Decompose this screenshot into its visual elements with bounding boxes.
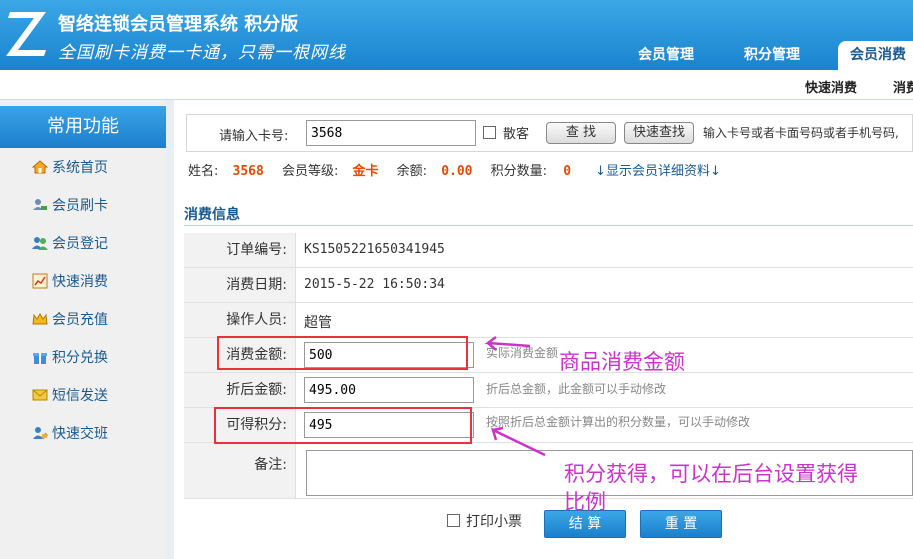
operator-value: 超管 xyxy=(304,315,332,331)
highlight-consume-amount xyxy=(217,336,468,370)
row-consume-date: 消费日期: 2015-5-22 16:50:34 xyxy=(184,268,913,303)
tab-member-consume[interactable]: 会员消费 xyxy=(838,41,913,70)
sidebar-item-recharge[interactable]: 会员充值 xyxy=(32,310,108,330)
balance-label: 余额: xyxy=(396,164,428,179)
sidebar-item-shift-handover[interactable]: 快速交班 xyxy=(32,424,108,444)
consume-amount-hint: 实际消费金额 xyxy=(486,346,559,360)
member-level-label: 会员等级: xyxy=(281,164,339,179)
sidebar-item-card-swipe[interactable]: 会员刷卡 xyxy=(32,196,108,216)
member-name-label: 姓名: xyxy=(188,164,219,179)
logo-icon xyxy=(6,12,46,56)
member-info-row: 姓名: 3568 会员等级: 金卡 余额: 0.00 积分数量: 0 ↓显示会员… xyxy=(188,160,721,182)
main-content: 请输入卡号: 散客 查 找 快速查找 输入卡号或者卡面号码或者手机号码, 姓名:… xyxy=(174,100,913,559)
gift-icon xyxy=(33,353,47,364)
sidebar-item-label: 会员刷卡 xyxy=(52,198,108,214)
app-header: 智络连锁会员管理系统 积分版 全国刷卡消费一卡通，只需一根网线 会员管理 积分管… xyxy=(0,0,913,70)
sidebar-item-register[interactable]: 会员登记 xyxy=(32,234,108,254)
sidebar-item-label: 短信发送 xyxy=(52,388,108,404)
row-operator: 操作人员: 超管 xyxy=(184,303,913,338)
sidebar-title: 常用功能 xyxy=(0,106,166,148)
row-discount-amount: 折后金额: 折后总金额，此金额可以手动修改 xyxy=(184,373,913,408)
points-count-label: 积分数量: xyxy=(490,164,548,179)
chart-icon xyxy=(32,273,48,289)
consume-date-value: 2015-5-22 16:50:34 xyxy=(304,277,445,292)
discount-amount-hint: 折后总金额，此金额可以手动修改 xyxy=(486,382,667,396)
sidebar: 常用功能 系统首页 会员刷卡 会员登记 快速消费 会员充值 积分兑换 短信发送 … xyxy=(0,100,166,559)
sidebar-item-quick-consume[interactable]: 快速消费 xyxy=(32,272,108,292)
sidebar-item-label: 会员充值 xyxy=(52,312,108,328)
sub-link-consume[interactable]: 消费 xyxy=(893,77,913,96)
find-button[interactable]: 查 找 xyxy=(546,122,616,144)
sidebar-item-sms[interactable]: 短信发送 xyxy=(32,386,108,406)
user-card-icon xyxy=(33,199,47,210)
annotation-points-note-line1: 积分获得，可以在后台设置获得 xyxy=(564,462,858,486)
reset-button[interactable]: 重 置 xyxy=(640,510,722,538)
walkin-label: 散客 xyxy=(503,127,530,142)
member-level-value: 金卡 xyxy=(352,164,379,179)
walkin-checkbox[interactable] xyxy=(483,126,496,139)
member-name-value: 3568 xyxy=(232,164,264,179)
home-icon xyxy=(32,160,48,174)
print-receipt-checkbox[interactable] xyxy=(447,514,460,527)
app-slogan: 全国刷卡消费一卡通，只需一根网线 xyxy=(58,43,346,63)
row-order-number: 订单编号: KS1505221650341945 xyxy=(184,233,913,268)
sidebar-item-points-exchange[interactable]: 积分兑换 xyxy=(32,348,108,368)
points-count-value: 0 xyxy=(563,164,572,179)
sidebar-item-label: 快速消费 xyxy=(52,274,108,290)
tab-points-management[interactable]: 积分管理 xyxy=(728,41,816,70)
operator-label: 操作人员: xyxy=(184,303,296,337)
annotation-amount-note: 商品消费金额 xyxy=(559,350,685,374)
sub-link-quick-consume[interactable]: 快速消费 xyxy=(805,77,857,96)
highlight-earned-points xyxy=(214,407,472,444)
print-receipt-label: 打印小票 xyxy=(466,514,522,530)
order-number-label: 订单编号: xyxy=(184,233,296,267)
sidebar-item-label: 积分兑换 xyxy=(52,350,108,366)
sidebar-item-label: 系统首页 xyxy=(52,160,108,176)
user-switch-icon xyxy=(33,427,48,440)
order-number-value: KS1505221650341945 xyxy=(304,242,445,257)
sidebar-item-label: 会员登记 xyxy=(52,236,108,252)
search-hint: 输入卡号或者卡面号码或者手机号码, xyxy=(703,126,899,140)
card-number-input[interactable] xyxy=(306,120,476,146)
section-divider xyxy=(184,225,913,226)
crown-icon xyxy=(32,313,48,325)
envelope-icon xyxy=(32,389,48,401)
sub-navigation: 快速消费 消费 xyxy=(0,70,913,100)
app-title: 智络连锁会员管理系统 积分版 xyxy=(58,14,299,35)
discount-amount-label: 折后金额: xyxy=(184,373,296,407)
sidebar-item-label: 快速交班 xyxy=(52,426,108,442)
member-detail-link[interactable]: ↓显示会员详细资料↓ xyxy=(595,164,721,179)
balance-value: 0.00 xyxy=(441,164,473,179)
section-title: 消费信息 xyxy=(184,207,240,223)
card-number-label: 请输入卡号: xyxy=(219,129,289,144)
sidebar-item-home[interactable]: 系统首页 xyxy=(32,158,108,178)
discount-amount-input[interactable] xyxy=(304,377,474,403)
quick-find-button[interactable]: 快速查找 xyxy=(624,122,694,144)
sidebar-splitter[interactable] xyxy=(166,100,174,559)
earned-points-hint: 按照折后总金额计算出的积分数量，可以手动修改 xyxy=(486,415,751,429)
annotation-points-note-line2: 比例 xyxy=(564,490,606,514)
search-panel: 请输入卡号: 散客 查 找 快速查找 输入卡号或者卡面号码或者手机号码, xyxy=(186,114,913,152)
user-add-icon xyxy=(32,237,48,250)
consume-date-label: 消费日期: xyxy=(184,268,296,302)
remark-label: 备注: xyxy=(184,443,296,498)
tab-member-management[interactable]: 会员管理 xyxy=(622,41,710,70)
